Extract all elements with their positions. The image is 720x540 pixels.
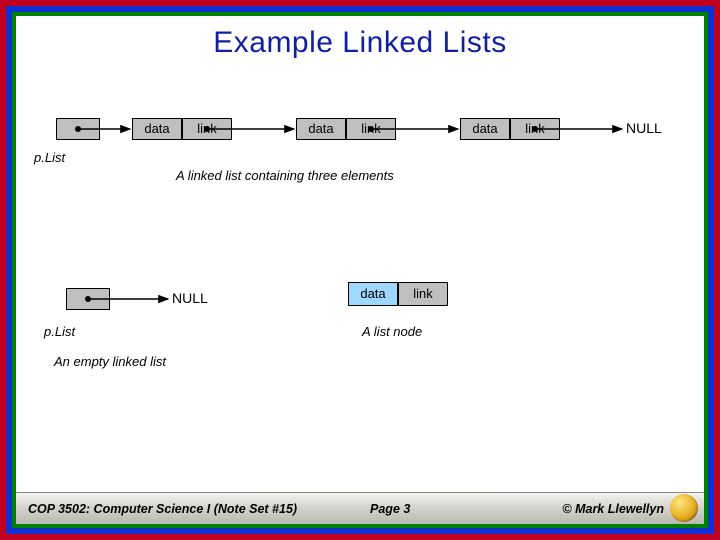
slide-title: Example Linked Lists — [16, 16, 704, 60]
null-terminal-1: NULL — [626, 120, 662, 136]
frame-mid: Example Linked Lists p.List data link da… — [6, 6, 714, 534]
footer-course: COP 3502: Computer Science I (Note Set #… — [16, 502, 311, 516]
caption-list1: A linked list containing three elements — [176, 168, 394, 183]
footer-bar: COP 3502: Computer Science I (Note Set #… — [16, 492, 704, 524]
frame-inner: Example Linked Lists p.List data link da… — [12, 12, 708, 528]
caption-node: A list node — [362, 324, 422, 339]
example-node-link: link — [398, 282, 448, 306]
frame-outer: Example Linked Lists p.List data link da… — [0, 0, 720, 540]
node1-link: link — [182, 118, 232, 140]
plist-label-1: p.List — [34, 150, 65, 165]
null-terminal-2: NULL — [172, 290, 208, 306]
footer-page: Page 3 — [311, 502, 470, 516]
node3-link: link — [510, 118, 560, 140]
node1-data: data — [132, 118, 182, 140]
caption-list2: An empty linked list — [54, 354, 166, 369]
plist-pointer-1 — [56, 118, 100, 140]
example-node-data: data — [348, 282, 398, 306]
diagram-area: p.List data link data link data link NUL… — [16, 76, 704, 484]
slide-content: Example Linked Lists p.List data link da… — [16, 16, 704, 524]
node3-data: data — [460, 118, 510, 140]
ucf-seal-icon — [670, 494, 698, 522]
plist-pointer-2 — [66, 288, 110, 310]
node2-link: link — [346, 118, 396, 140]
footer-copyright: © Mark Llewellyn — [470, 502, 704, 516]
node2-data: data — [296, 118, 346, 140]
plist-label-2: p.List — [44, 324, 75, 339]
